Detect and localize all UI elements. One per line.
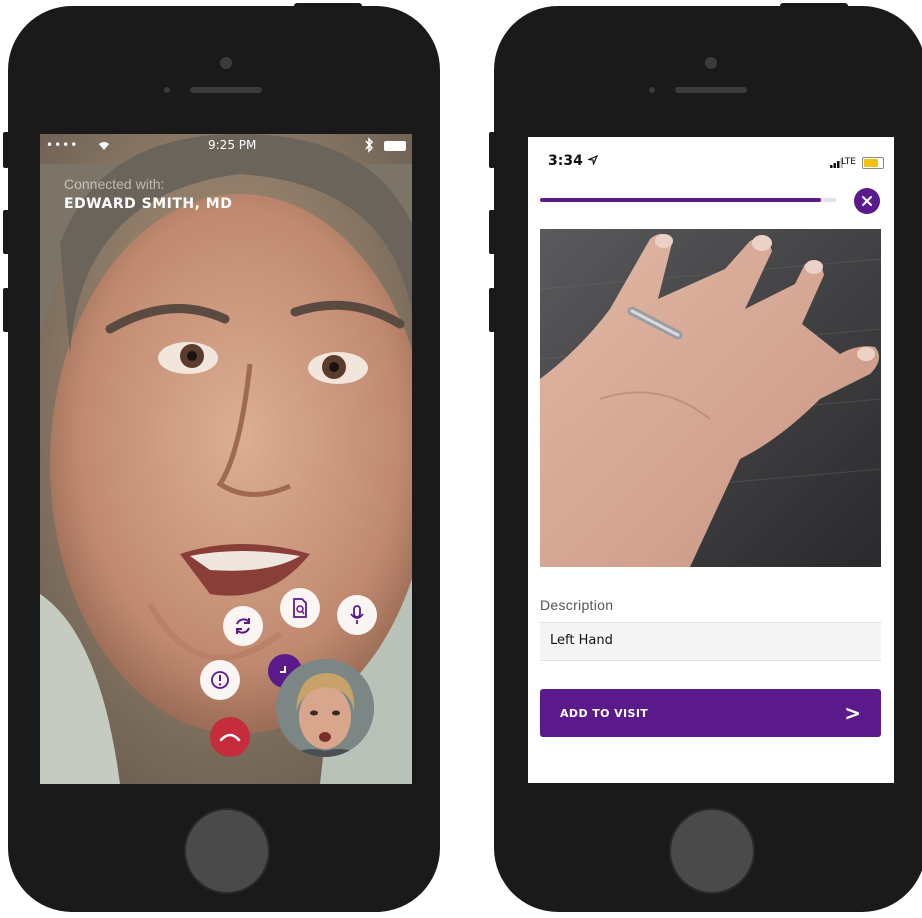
- self-view-video[interactable]: [276, 659, 374, 757]
- hand-image: [540, 229, 881, 567]
- power-button: [780, 3, 848, 9]
- earpiece-speaker: [675, 87, 747, 93]
- microphone-button[interactable]: [337, 595, 377, 635]
- close-button[interactable]: [854, 188, 880, 214]
- description-field[interactable]: Left Hand: [540, 622, 881, 661]
- document-icon: [293, 598, 307, 618]
- home-button[interactable]: [669, 808, 755, 894]
- end-call-button[interactable]: [210, 717, 250, 757]
- location-arrow-icon: [586, 154, 598, 167]
- battery-icon: [862, 157, 884, 169]
- carrier-signal: ••••: [46, 138, 79, 152]
- power-button: [294, 3, 362, 9]
- hang-up-icon: [219, 733, 241, 742]
- description-label: Description: [540, 597, 614, 613]
- connected-label: Connected with:: [64, 176, 165, 192]
- self-view-image: [276, 659, 374, 757]
- status-time: 3:34: [548, 153, 598, 169]
- mute-switch: [3, 132, 9, 168]
- volume-down-button: [3, 288, 9, 332]
- status-bar: •••• 9:25 PM: [40, 134, 412, 158]
- add-photo-screen: 3:34 LTE Description Left Hand ADD TO VI…: [528, 137, 894, 783]
- hand-photo: [540, 229, 881, 567]
- document-button[interactable]: [280, 588, 320, 628]
- status-time: 9:25 PM: [208, 138, 257, 152]
- proximity-sensor: [164, 87, 170, 93]
- volume-up-button: [3, 210, 9, 254]
- mute-switch: [489, 132, 495, 168]
- bluetooth-icon: [365, 137, 374, 153]
- network-type: LTE: [841, 157, 856, 167]
- progress-fill: [540, 198, 822, 202]
- volume-up-button: [489, 210, 495, 254]
- close-icon: [862, 196, 872, 206]
- progress-bar: [540, 198, 836, 202]
- battery-icon: [384, 141, 406, 151]
- home-button[interactable]: [184, 808, 270, 894]
- refresh-icon: [236, 618, 250, 634]
- microphone-icon: [350, 605, 364, 624]
- chevron-right-icon: >: [844, 701, 861, 725]
- proximity-sensor: [649, 87, 655, 93]
- wifi-icon: [99, 142, 109, 150]
- earpiece-speaker: [190, 87, 262, 93]
- switch-camera-button[interactable]: [223, 606, 263, 646]
- alert-icon: [211, 671, 229, 689]
- video-call-screen: •••• 9:25 PM Connected with: EDWARD SMIT…: [40, 134, 412, 784]
- doctor-name: EDWARD SMITH, MD: [64, 196, 233, 212]
- front-camera: [220, 57, 232, 69]
- add-to-visit-button[interactable]: ADD TO VISIT >: [540, 689, 881, 737]
- alert-button[interactable]: [200, 660, 240, 700]
- volume-down-button: [489, 288, 495, 332]
- add-to-visit-label: ADD TO VISIT: [560, 706, 649, 720]
- front-camera: [705, 57, 717, 69]
- status-bar: 3:34 LTE: [548, 153, 884, 173]
